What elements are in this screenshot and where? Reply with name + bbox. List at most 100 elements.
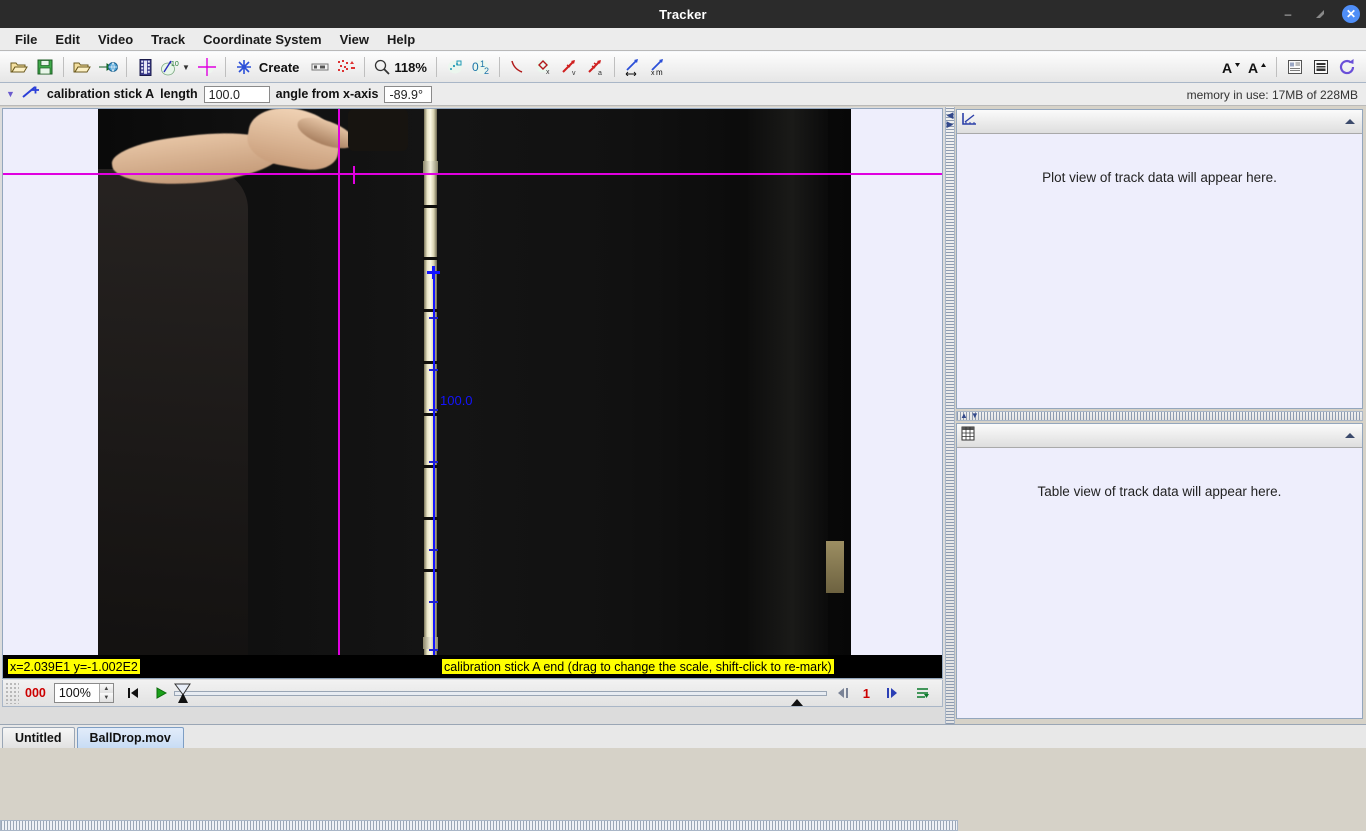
calibration-stick-start-handle[interactable]	[427, 266, 440, 279]
calibration-tick	[429, 369, 438, 371]
length-input[interactable]: 100.0	[203, 85, 270, 103]
position-vector-icon[interactable]: x	[531, 54, 557, 80]
video-scrub-slider[interactable]	[173, 682, 827, 706]
svg-text:v: v	[572, 70, 576, 76]
loop-icon[interactable]	[912, 682, 934, 704]
autotracker-icon[interactable]	[442, 54, 468, 80]
chevron-down-icon[interactable]: ▼	[182, 63, 190, 72]
tab-balldrop-mov[interactable]: BallDrop.mov	[76, 727, 184, 748]
spinner-up-icon[interactable]: ▲	[99, 684, 113, 693]
plot-view-header	[957, 110, 1362, 134]
video-canvas[interactable]: 100.0 x=2.039E1 y=-1.002E2 calibration s…	[2, 108, 943, 679]
axes-icon[interactable]	[194, 54, 220, 80]
angle-input[interactable]: -89.9°	[384, 85, 433, 103]
slider-rail[interactable]	[173, 691, 827, 696]
playback-rate-stepper[interactable]: 100% ▲ ▼	[53, 683, 114, 703]
stretch-vector-icon[interactable]	[620, 54, 646, 80]
drag-grip[interactable]	[5, 682, 19, 704]
menu-track[interactable]: Track	[142, 30, 194, 49]
plot-view-icon[interactable]	[961, 112, 977, 131]
maximize-icon[interactable]	[1310, 4, 1330, 24]
svg-text:x: x	[546, 69, 550, 76]
svg-text:A: A	[1222, 60, 1232, 75]
spinner-down-icon[interactable]: ▼	[99, 693, 113, 702]
font-decrease-icon[interactable]: A	[1219, 54, 1245, 80]
slider-thumb-icon[interactable]	[173, 683, 191, 704]
toolbar-separator	[613, 57, 615, 77]
playback-rate-spinners[interactable]: ▲ ▼	[98, 684, 113, 702]
main-content: 100.0 x=2.039E1 y=-1.002E2 calibration s…	[0, 107, 1366, 831]
stretch-vector-mass-icon[interactable]: x m	[646, 54, 672, 80]
step-back-icon[interactable]	[833, 682, 855, 704]
svg-text:x: x	[651, 70, 655, 76]
velocity-vector-icon[interactable]: v	[557, 54, 583, 80]
track-control-icon[interactable]: 10	[158, 54, 184, 80]
splitter-down-icon[interactable]: ▼	[971, 412, 979, 420]
menu-edit[interactable]: Edit	[46, 30, 89, 49]
zoom-control[interactable]: 118%	[370, 59, 431, 75]
play-icon[interactable]	[150, 682, 172, 704]
toolbar-separator	[364, 57, 366, 77]
horizontal-splitter[interactable]: ▲ ▼	[956, 411, 1363, 421]
calibration-length-label[interactable]: 100.0	[440, 393, 473, 408]
length-label: length	[160, 87, 198, 101]
acceleration-vector-icon[interactable]: a	[583, 54, 609, 80]
splitter-right-icon[interactable]: ▶	[947, 120, 954, 129]
minimize-icon[interactable]: –	[1278, 4, 1298, 24]
menu-video[interactable]: Video	[89, 30, 142, 49]
calibration-points-icon[interactable]	[333, 54, 359, 80]
coordinate-readout: x=2.039E1 y=-1.002E2	[7, 658, 141, 675]
save-disk-icon[interactable]	[32, 54, 58, 80]
coordinate-axis-y[interactable]	[338, 109, 340, 678]
asterisk-icon[interactable]	[231, 54, 257, 80]
document-tab-bar: Untitled BallDrop.mov	[0, 724, 1366, 748]
export-to-web-icon[interactable]	[95, 54, 121, 80]
calibration-stick-line[interactable]	[433, 273, 435, 678]
svg-text:A: A	[1248, 60, 1258, 75]
coordinate-axis-x[interactable]	[3, 173, 942, 175]
menu-view[interactable]: View	[331, 30, 378, 49]
menu-file[interactable]: File	[6, 30, 46, 49]
collapse-triangle-icon[interactable]	[1344, 427, 1356, 445]
collapse-triangle-icon[interactable]	[1344, 113, 1356, 131]
tab-untitled[interactable]: Untitled	[2, 727, 75, 748]
svg-text:2: 2	[484, 66, 489, 76]
film-strip-icon[interactable]	[132, 54, 158, 80]
vertical-splitter[interactable]: ◀ ▶	[945, 107, 955, 724]
menu-help[interactable]: Help	[378, 30, 424, 49]
table-view-placeholder: Table view of track data will appear her…	[1037, 484, 1282, 499]
horizontal-scrollbar[interactable]	[0, 820, 958, 831]
close-icon[interactable]: ✕	[1342, 5, 1360, 23]
playback-rate-value[interactable]: 100%	[55, 686, 99, 700]
tape-measure-icon[interactable]	[307, 54, 333, 80]
frame-number-icon[interactable]: 0 1 2	[468, 54, 494, 80]
font-increase-icon[interactable]: A	[1245, 54, 1271, 80]
menu-coordinate-system[interactable]: Coordinate System	[194, 30, 330, 49]
calibration-stick-icon	[21, 85, 41, 104]
notes-icon[interactable]	[1282, 54, 1308, 80]
create-button[interactable]: Create	[259, 60, 299, 75]
ruler-tick	[423, 309, 438, 312]
data-builder-icon[interactable]	[1308, 54, 1334, 80]
door-panel	[748, 109, 828, 662]
step-forward-icon[interactable]	[880, 682, 902, 704]
open-library-icon[interactable]	[69, 54, 95, 80]
video-image	[98, 109, 851, 662]
track-name[interactable]: calibration stick A	[47, 87, 154, 101]
triangle-down-icon[interactable]: ▼	[6, 89, 15, 99]
calibration-ruler	[424, 109, 437, 661]
calibration-tick	[429, 461, 438, 463]
step-size[interactable]: 1	[863, 686, 870, 701]
person-silhouette	[98, 169, 248, 662]
trail-curve-icon[interactable]	[505, 54, 531, 80]
splitter-up-icon[interactable]: ▲	[960, 412, 968, 420]
skip-to-start-icon[interactable]	[122, 682, 144, 704]
calibration-tick	[429, 649, 438, 651]
calibration-tick	[429, 601, 438, 603]
ruler-tick	[423, 257, 438, 260]
toolbar-separator	[498, 57, 500, 77]
table-view-icon[interactable]	[961, 426, 975, 446]
ruler-tick	[423, 517, 438, 520]
refresh-icon[interactable]	[1334, 54, 1360, 80]
open-folder-icon[interactable]	[6, 54, 32, 80]
